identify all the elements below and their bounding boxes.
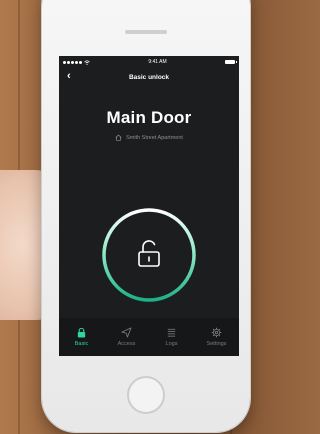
status-left [63,59,90,65]
lock-location: Smith Street Apartment [59,134,239,141]
home-button[interactable] [127,376,165,414]
chevron-left-icon[interactable]: ‹ [67,70,71,82]
tab-basic[interactable]: Basic [64,327,100,347]
tab-access[interactable]: Access [109,327,145,347]
tab-label: Access [117,341,136,347]
gear-icon [211,327,222,338]
app-screen: 9:41 AM ‹ Basic unlock Main Door Smith S… [59,56,239,356]
send-icon [121,327,132,338]
tab-bar: Basic Access Logs Settings [59,318,239,356]
tab-settings[interactable]: Settings [199,327,235,347]
home-icon [115,134,122,141]
wifi-icon [84,59,90,65]
list-icon [167,328,176,337]
unlock-button[interactable] [100,206,198,304]
phone-speaker [125,30,167,34]
status-time: 9:41 AM [148,59,167,65]
tab-label: Logs [165,341,178,347]
tab-label: Settings [206,341,227,347]
battery-icon [224,60,237,64]
lock-icon [77,327,86,338]
lock-name: Main Door [106,108,192,127]
location-label: Smith Street Apartment [126,134,183,141]
status-bar: 9:41 AM [59,56,239,68]
unlocked-padlock-icon [138,240,160,267]
tab-logs[interactable]: Logs [154,327,190,347]
navigation-bar: ‹ Basic unlock [59,68,239,86]
signal-icon [63,60,82,64]
tab-label: Basic [74,341,89,347]
phone-device: 9:41 AM ‹ Basic unlock Main Door Smith S… [42,0,250,432]
nav-title: Basic unlock [128,73,170,81]
